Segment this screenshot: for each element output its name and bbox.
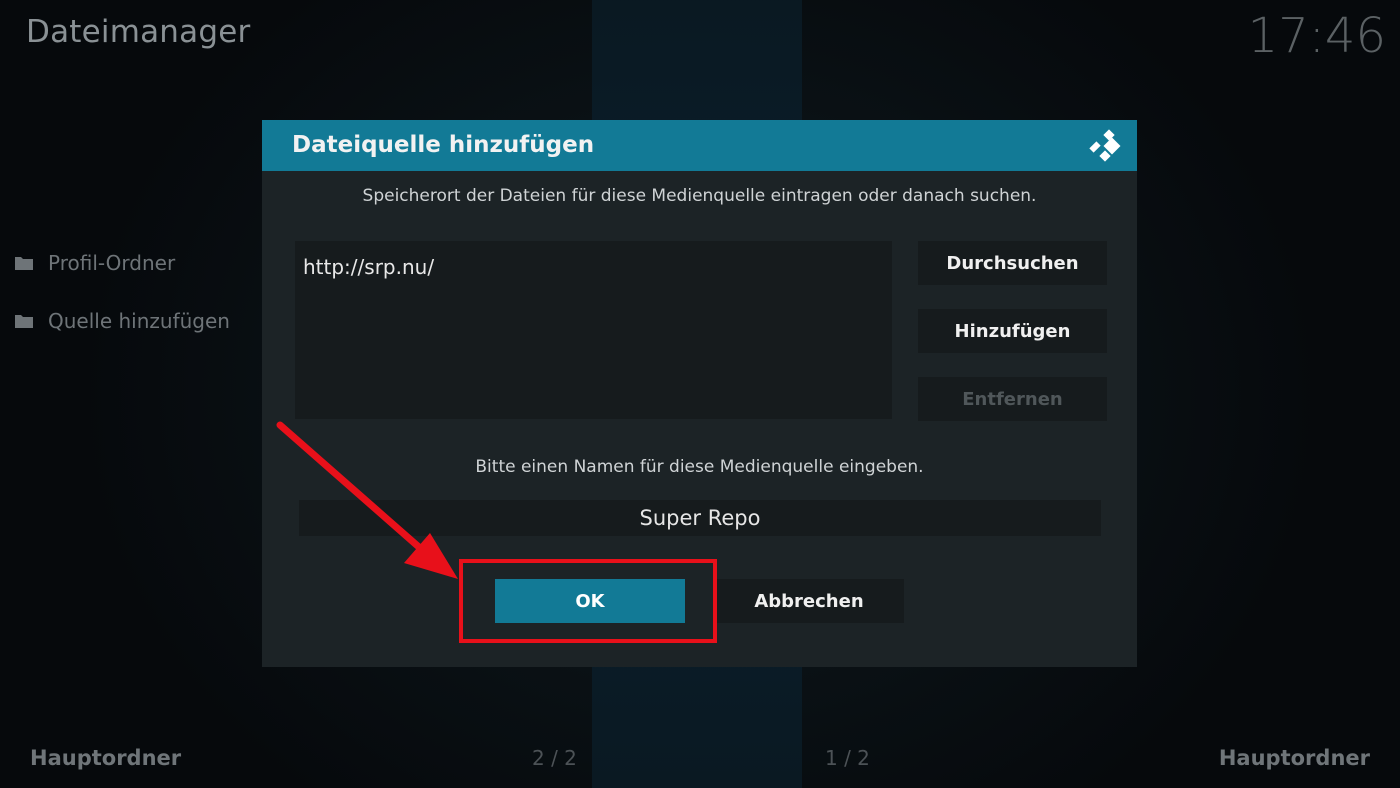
path-hint: Speicherort der Dateien für diese Medien… bbox=[362, 186, 1037, 206]
sidebar-list: Profil-Ordner Quelle hinzufügen bbox=[14, 248, 230, 364]
annotation-arrow-icon bbox=[276, 421, 458, 579]
sidebar-item-label: Quelle hinzufügen bbox=[48, 309, 230, 333]
kodi-logo-icon bbox=[1089, 129, 1121, 162]
dialog-title: Dateiquelle hinzufügen bbox=[292, 132, 595, 158]
clock: 17:46 bbox=[1247, 8, 1386, 64]
sidebar-item-add-source[interactable]: Quelle hinzufügen bbox=[14, 306, 230, 336]
sidebar-item-profile-folder[interactable]: Profil-Ordner bbox=[14, 248, 230, 278]
footer-right-page: 1 / 2 bbox=[825, 746, 870, 770]
footer-left-page: 2 / 2 bbox=[532, 746, 577, 770]
cancel-button[interactable]: Abbrechen bbox=[714, 579, 904, 623]
folder-icon bbox=[15, 315, 33, 328]
ok-highlight-annotation bbox=[459, 559, 717, 643]
footer-left-label: Hauptordner bbox=[30, 746, 182, 770]
folder-icon bbox=[15, 257, 33, 270]
path-list[interactable]: http://srp.nu/ bbox=[295, 241, 892, 419]
path-entry[interactable]: http://srp.nu/ bbox=[303, 255, 434, 279]
app-title: Dateimanager bbox=[26, 14, 251, 50]
add-button[interactable]: Hinzufügen bbox=[918, 309, 1107, 353]
remove-button[interactable]: Entfernen bbox=[918, 377, 1107, 421]
dialog-header: Dateiquelle hinzufügen bbox=[262, 120, 1137, 171]
footer-right-label: Hauptordner bbox=[1218, 746, 1370, 770]
sidebar-item-label: Profil-Ordner bbox=[48, 251, 176, 275]
browse-button[interactable]: Durchsuchen bbox=[918, 241, 1107, 285]
